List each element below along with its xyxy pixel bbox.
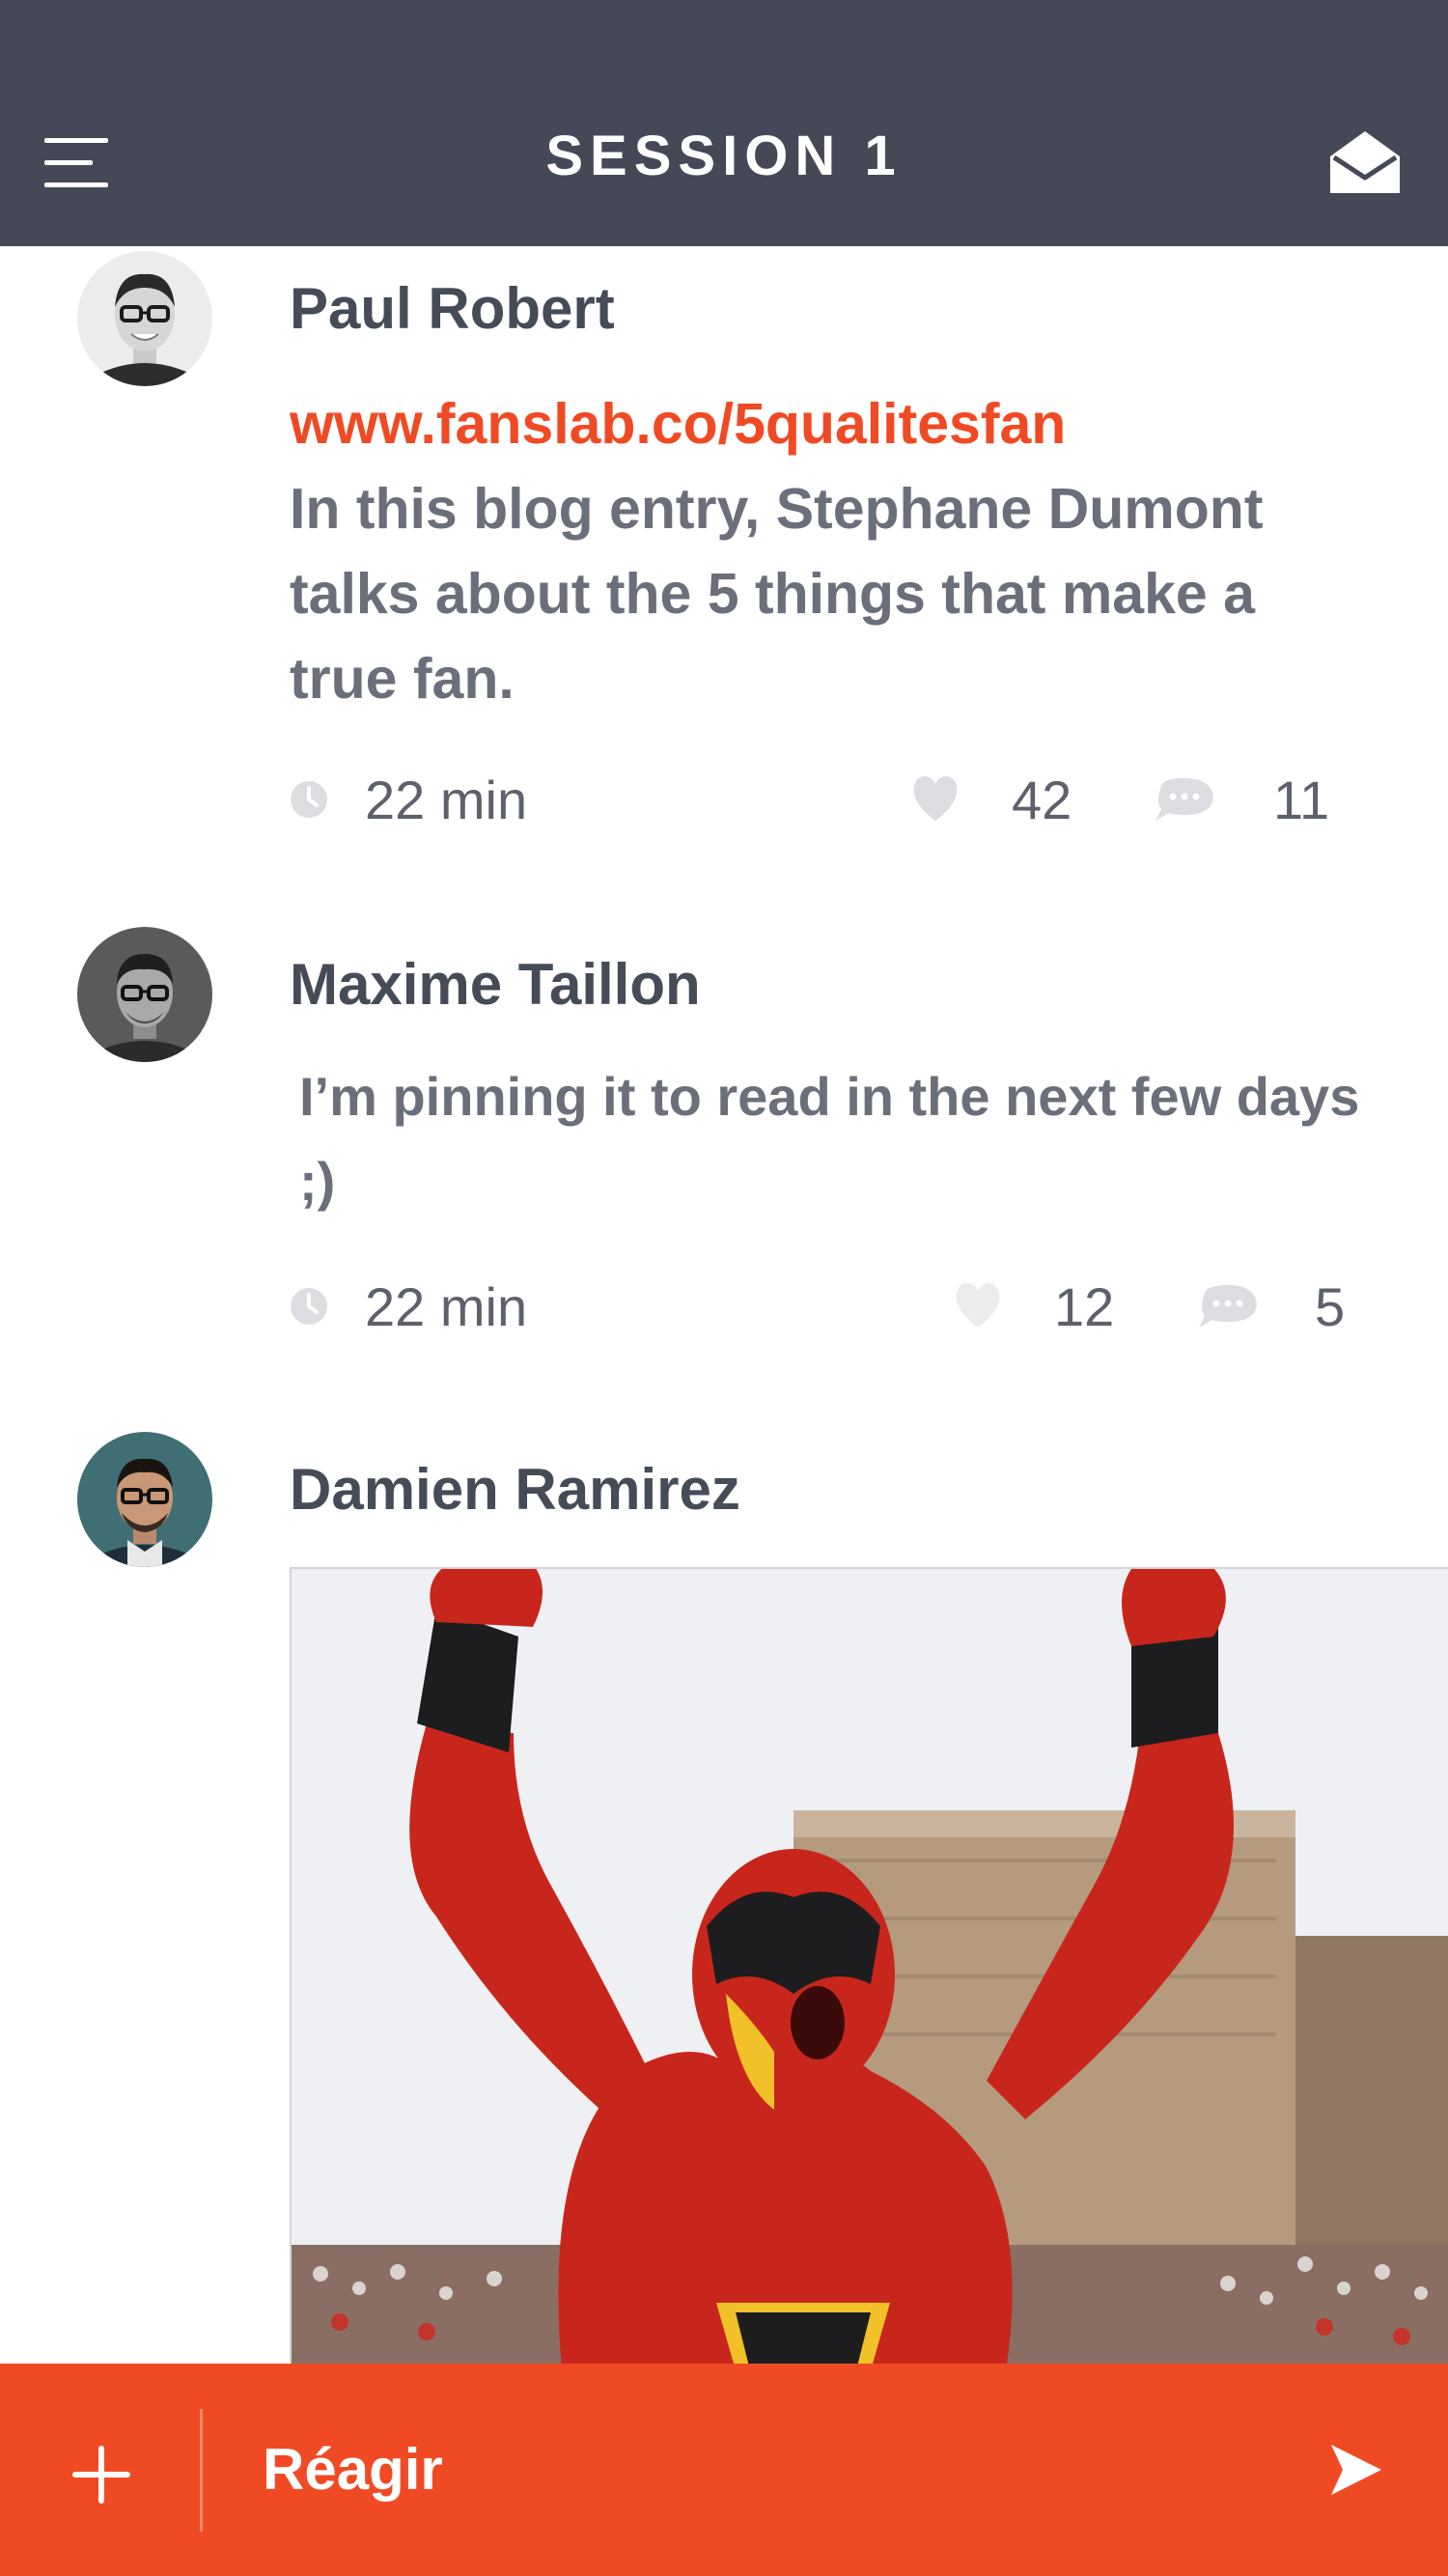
time-label: 22 min — [365, 769, 528, 830]
comment-count: 5 — [1315, 1275, 1346, 1337]
speech-bubble-icon[interactable] — [1197, 1283, 1259, 1330]
post-text: In this blog entry, Stephane Dumont talk… — [290, 477, 1264, 711]
send-arrow-icon[interactable] — [1327, 2441, 1385, 2499]
author-name[interactable]: Paul Robert — [290, 275, 615, 342]
heart-icon[interactable] — [952, 1283, 1004, 1330]
like-button[interactable]: 42 — [909, 761, 1072, 838]
envelope-open-icon[interactable] — [1330, 131, 1400, 193]
post-link[interactable]: www.fanslab.co/5qualitesfan — [290, 391, 1066, 457]
post-time: 22 min — [290, 761, 527, 838]
page-title: SESSION 1 — [545, 125, 903, 187]
post-photo[interactable] — [290, 1567, 1448, 2368]
composer-divider — [200, 2409, 203, 2532]
comment-button[interactable]: 5 — [1197, 1268, 1345, 1345]
author-name[interactable]: Maxime Taillon — [290, 951, 701, 1018]
clock-icon — [290, 780, 328, 819]
heart-icon[interactable] — [909, 776, 961, 823]
like-count: 12 — [1054, 1275, 1115, 1337]
plus-icon[interactable] — [68, 2441, 135, 2508]
post-text: I’m pinning it to read in the next few d… — [299, 1066, 1360, 1212]
like-count: 42 — [1012, 769, 1072, 830]
comment-button[interactable]: 11 — [1154, 761, 1329, 838]
react-input[interactable] — [263, 2428, 1286, 2510]
clock-icon — [290, 1287, 328, 1326]
like-button[interactable]: 12 — [952, 1268, 1114, 1345]
post-meta: 22 min 12 5 — [290, 1268, 1371, 1345]
avatar[interactable] — [77, 251, 212, 386]
avatar[interactable] — [77, 1432, 212, 1567]
comment-count: 11 — [1273, 769, 1330, 830]
time-label: 22 min — [365, 1275, 528, 1337]
avatar[interactable] — [77, 927, 212, 1062]
app-header: SESSION 1 — [0, 0, 1448, 246]
author-name[interactable]: Damien Ramirez — [290, 1456, 740, 1523]
post-meta: 22 min 42 11 — [290, 761, 1371, 838]
post-time: 22 min — [290, 1268, 527, 1345]
speech-bubble-icon[interactable] — [1154, 776, 1215, 823]
